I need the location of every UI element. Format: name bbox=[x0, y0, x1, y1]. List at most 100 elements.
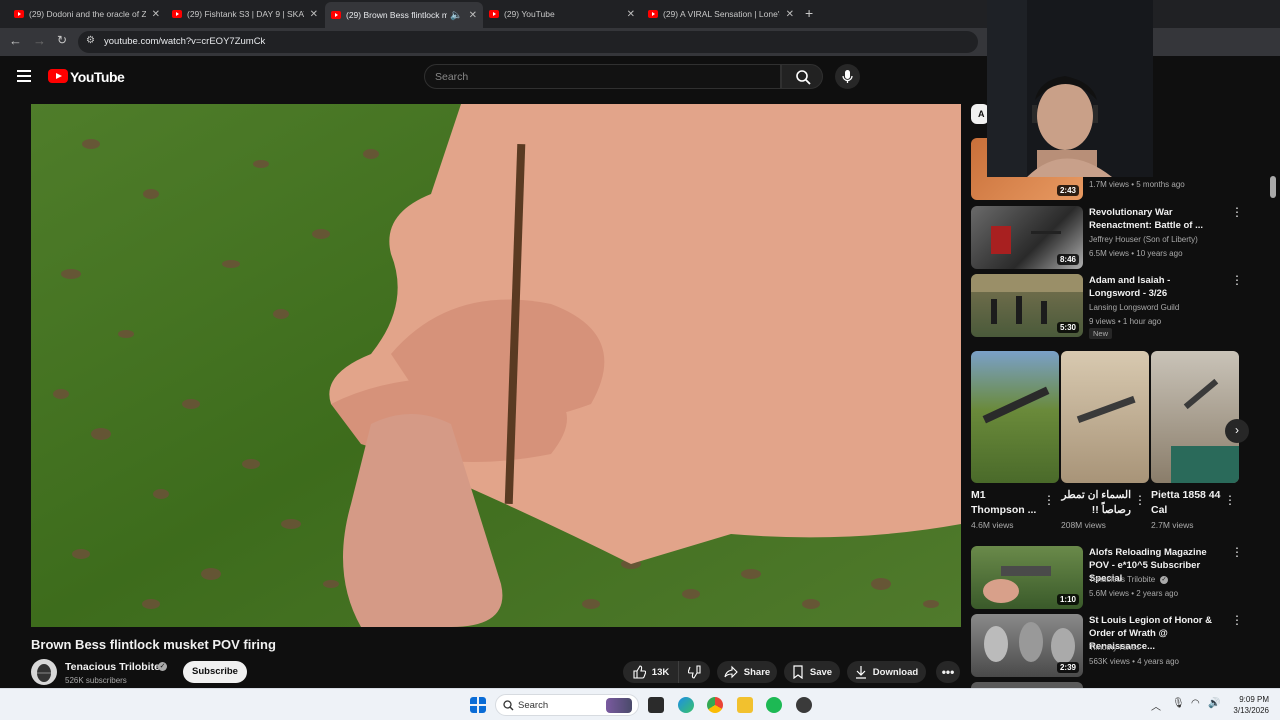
short-views: 4.6M views bbox=[971, 520, 1014, 530]
forward-arrow-icon[interactable]: → bbox=[33, 33, 46, 48]
video-thumbnail[interactable]: 2:39 bbox=[971, 614, 1083, 677]
more-actions-icon[interactable]: ••• bbox=[936, 661, 960, 683]
new-badge: New bbox=[1089, 328, 1113, 339]
wifi-icon[interactable]: ◠ bbox=[1191, 698, 1200, 709]
video-meta: 1.7M views • 5 months ago bbox=[1089, 180, 1185, 189]
edge-icon[interactable] bbox=[678, 697, 694, 713]
clock-date: 3/13/2026 bbox=[1233, 706, 1269, 715]
task-view-icon[interactable] bbox=[648, 697, 664, 713]
youtube-wordmark[interactable]: YouTube bbox=[70, 69, 125, 85]
volume-icon[interactable]: 🔊 bbox=[1208, 698, 1220, 709]
close-tab-icon[interactable]: ✕ bbox=[786, 9, 794, 20]
subscriber-count: 526K subscribers bbox=[65, 676, 127, 685]
speaker-icon[interactable]: 🔈 bbox=[450, 10, 462, 21]
video-thumbnail[interactable]: 8:46 bbox=[971, 206, 1083, 269]
windows-start-icon[interactable] bbox=[470, 697, 486, 713]
save-button[interactable]: Save bbox=[784, 661, 840, 683]
thumbs-up-icon bbox=[633, 665, 646, 679]
dislike-button[interactable] bbox=[678, 661, 710, 683]
reload-icon[interactable]: ↻ bbox=[57, 33, 67, 47]
browser-tab[interactable]: (29) YouTube ✕ bbox=[483, 3, 641, 25]
more-options-icon[interactable]: ⋮ bbox=[1134, 494, 1146, 506]
webcam-image bbox=[987, 0, 1153, 177]
channel-avatar[interactable] bbox=[31, 659, 57, 685]
search-input[interactable]: Search bbox=[424, 64, 781, 89]
search-placeholder: Search bbox=[435, 71, 469, 83]
show-hidden-icons-chevron-icon[interactable]: ︿ bbox=[1151, 698, 1161, 713]
microphone-icon bbox=[842, 70, 853, 83]
taskbar-search-placeholder: Search bbox=[518, 700, 549, 711]
video-title[interactable]: Revolutionary War Reenactment: Battle of… bbox=[1089, 206, 1224, 232]
short-title[interactable]: Pietta 1858 44 Cal bbox=[1151, 488, 1221, 518]
share-button[interactable]: Share bbox=[717, 661, 777, 683]
more-options-icon[interactable]: ⋮ bbox=[1231, 206, 1243, 218]
channel-name[interactable]: Lansing Longsword Guild bbox=[1089, 303, 1179, 312]
back-arrow-icon[interactable]: ← bbox=[9, 33, 22, 48]
spotify-icon[interactable] bbox=[766, 697, 782, 713]
url-text: youtube.com/watch?v=crEOY7ZumCk bbox=[104, 36, 266, 47]
duration-badge: 2:39 bbox=[1056, 662, 1079, 673]
duration-badge: 1:10 bbox=[1056, 594, 1079, 605]
short-thumbnail[interactable] bbox=[971, 351, 1059, 483]
close-tab-icon[interactable]: ✕ bbox=[627, 9, 635, 20]
browser-tab[interactable]: (29) Dodoni and the oracle of Z ✕ bbox=[8, 3, 166, 25]
scrollbar-thumb[interactable] bbox=[1270, 176, 1276, 198]
more-options-icon[interactable]: ⋮ bbox=[1231, 274, 1243, 286]
like-button[interactable]: 13K bbox=[623, 661, 678, 683]
address-bar[interactable]: ⚙ youtube.com/watch?v=crEOY7ZumCk bbox=[78, 31, 978, 53]
download-icon bbox=[855, 666, 866, 679]
short-thumbnail[interactable] bbox=[1061, 351, 1149, 483]
like-count: 13K bbox=[651, 666, 670, 678]
search-highlight-icon bbox=[606, 698, 632, 713]
channel-name[interactable]: Tenacious Trilobite bbox=[1089, 575, 1155, 584]
new-tab-icon[interactable]: + bbox=[805, 5, 813, 21]
short-title[interactable]: السماء ان تمطر رصاصاً !! bbox=[1061, 488, 1131, 518]
short-views: 2.7M views bbox=[1151, 520, 1194, 530]
video-meta: 563K views • 4 years ago bbox=[1089, 657, 1179, 666]
short-title[interactable]: M1 Thompson ... bbox=[971, 488, 1041, 518]
microphone-tray-icon[interactable]: 🎙 bbox=[1172, 698, 1185, 709]
more-options-icon[interactable]: ⋮ bbox=[1224, 494, 1236, 506]
short-thumbnail[interactable] bbox=[1151, 351, 1239, 483]
trilobite-icon bbox=[37, 664, 51, 682]
video-title[interactable]: Adam and Isaiah - Longsword - 3/26 bbox=[1089, 274, 1224, 300]
channel-name[interactable]: Jeffrey Houser (Son of Liberty) bbox=[1089, 235, 1198, 244]
video-thumbnail[interactable]: 5:30 bbox=[971, 274, 1083, 337]
duration-badge: 8:46 bbox=[1056, 254, 1079, 265]
video-player[interactable] bbox=[31, 104, 961, 627]
chrome-icon[interactable] bbox=[707, 697, 723, 713]
browser-tab[interactable]: (29) A VIRAL Sensation | Lone'e ✕ bbox=[642, 3, 800, 25]
close-tab-icon[interactable]: ✕ bbox=[310, 9, 318, 20]
channel-name[interactable]: Timothy Hines bbox=[1089, 643, 1140, 652]
system-clock[interactable]: 9:09 PM 3/13/2026 bbox=[1225, 694, 1269, 716]
close-tab-icon[interactable]: ✕ bbox=[469, 10, 477, 21]
site-info-icon[interactable]: ⚙ bbox=[86, 35, 95, 46]
download-button[interactable]: Download bbox=[847, 661, 926, 683]
tab-title: (29) A VIRAL Sensation | Lone'e bbox=[663, 9, 780, 19]
browser-tab[interactable]: (29) Fishtank S3 | DAY 9 | SKATE ✕ bbox=[166, 3, 324, 25]
channel-name[interactable]: Tenacious Trilobite bbox=[65, 661, 160, 673]
more-options-icon[interactable]: ⋮ bbox=[1231, 614, 1243, 626]
hamburger-menu-icon[interactable] bbox=[17, 70, 31, 82]
voice-search-button[interactable] bbox=[835, 64, 860, 89]
browser-tab-active[interactable]: (29) Brown Bess flintlock mu 🔈 ✕ bbox=[325, 2, 483, 28]
more-options-icon[interactable]: ⋮ bbox=[1231, 546, 1243, 558]
more-options-icon[interactable]: ⋮ bbox=[1043, 494, 1055, 506]
shorts-next-arrow-icon[interactable]: › bbox=[1225, 419, 1249, 443]
video-frame bbox=[31, 104, 961, 627]
app-icon[interactable] bbox=[796, 697, 812, 713]
search-icon bbox=[503, 700, 514, 711]
taskbar-search-input[interactable]: Search bbox=[495, 694, 639, 716]
tab-title: (29) Fishtank S3 | DAY 9 | SKATE bbox=[187, 9, 304, 19]
file-explorer-icon[interactable] bbox=[737, 697, 753, 713]
video-thumbnail[interactable]: 1:10 bbox=[971, 546, 1083, 609]
subscribe-button[interactable]: Subscribe bbox=[183, 661, 247, 683]
search-button[interactable] bbox=[781, 64, 823, 89]
close-tab-icon[interactable]: ✕ bbox=[152, 9, 160, 20]
save-label: Save bbox=[809, 666, 833, 678]
thumbnail-image bbox=[1171, 378, 1239, 483]
youtube-favicon-icon bbox=[489, 10, 499, 18]
share-arrow-icon bbox=[724, 665, 738, 679]
video-meta: 9 views • 1 hour ago bbox=[1089, 317, 1162, 326]
youtube-logo-icon[interactable] bbox=[48, 69, 68, 83]
